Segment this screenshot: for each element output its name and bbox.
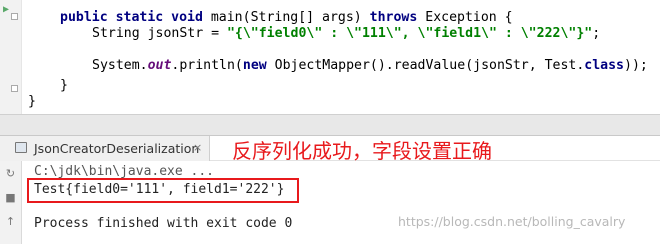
- scroll-up-icon[interactable]: ↑: [4, 215, 17, 229]
- run-toolbar: ↻ ■ ↑: [0, 161, 22, 244]
- string-literal-token: "{\"field0\" : \"111\", \"field1\" : \"2…: [226, 26, 593, 41]
- run-tab-label: JsonCreatorDeserialization: [34, 141, 200, 156]
- keyword-token: class: [584, 58, 624, 73]
- code-token: System.: [92, 58, 148, 73]
- panel-splitter[interactable]: [0, 114, 660, 136]
- code-line-close-method: }: [60, 78, 68, 93]
- exception-token: Exception {: [425, 10, 513, 25]
- code-line-main-signature: public static void main(String[] args) t…: [60, 10, 513, 26]
- code-line-json-string: String jsonStr = "{\"field0\" : \"111\",…: [92, 26, 600, 42]
- editor-gutter: ▶: [0, 0, 22, 114]
- console-exit-line: Process finished with exit code 0: [34, 216, 293, 231]
- code-token: .println(: [171, 58, 243, 73]
- code-token: ObjectMapper().readValue(jsonStr, Test.: [274, 58, 585, 73]
- console-icon: [15, 142, 27, 153]
- run-gutter-icon[interactable]: ▶: [3, 4, 9, 16]
- params-token: (String[] args): [242, 10, 370, 25]
- code-line-close-class: }: [28, 94, 36, 109]
- fold-marker-icon[interactable]: [11, 85, 18, 92]
- rerun-icon[interactable]: ↻: [4, 167, 17, 181]
- fold-marker-icon[interactable]: [11, 13, 18, 20]
- keyword-token: throws: [369, 10, 426, 25]
- highlight-box: [27, 178, 299, 203]
- watermark-text: https://blog.csdn.net/bolling_cavalry: [398, 214, 626, 229]
- tab-run-configuration[interactable]: JsonCreatorDeserialization ×: [0, 136, 210, 161]
- static-field-token: out: [147, 58, 172, 73]
- method-name-token: main: [210, 10, 243, 25]
- close-icon[interactable]: ×: [193, 141, 202, 154]
- semicolon-token: ;: [592, 26, 601, 41]
- stop-icon[interactable]: ■: [4, 191, 17, 205]
- code-token: ));: [624, 58, 648, 73]
- keyword-token: public static void: [60, 10, 211, 25]
- code-editor[interactable]: ▶ public static void main(String[] args)…: [0, 0, 660, 114]
- code-line-println: System.out.println(new ObjectMapper().re…: [92, 58, 648, 74]
- keyword-token: new: [242, 58, 275, 73]
- declaration-token: String jsonStr =: [92, 26, 227, 41]
